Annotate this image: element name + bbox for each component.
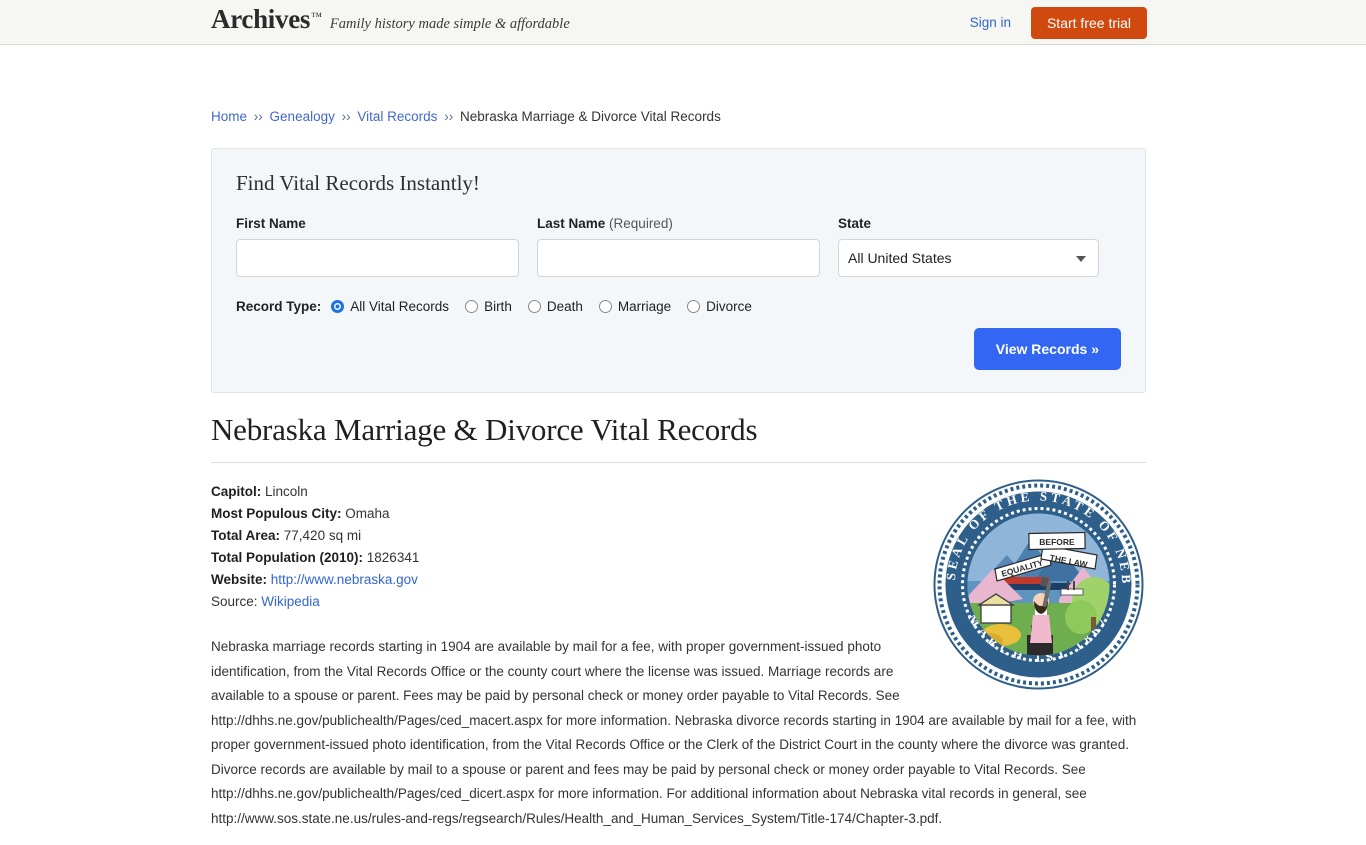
svg-text:BEFORE: BEFORE xyxy=(1039,537,1075,547)
radio-birth[interactable]: Birth xyxy=(465,299,512,314)
title-divider xyxy=(211,462,1146,464)
radio-death[interactable]: Death xyxy=(527,299,583,314)
fact-capitol-key: Capitol: xyxy=(211,484,262,500)
site-tagline: Family history made simple & affordable xyxy=(329,16,570,32)
last-name-label: Last Name (Required) xyxy=(537,216,820,231)
page-title: Nebraska Marriage & Divorce Vital Record… xyxy=(211,412,758,447)
state-label: State xyxy=(838,216,1099,231)
fact-total-population-value: 1826341 xyxy=(366,550,420,566)
breadcrumb-separator: ›› xyxy=(341,109,351,124)
fact-total-population-key: Total Population (2010): xyxy=(211,550,364,566)
fact-website-key: Website: xyxy=(211,572,268,588)
breadcrumb-current: Nebraska Marriage & Divorce Vital Record… xyxy=(459,109,721,124)
radio-death-label: Death xyxy=(546,299,583,314)
search-fields-row: First Name Last Name (Required) State Al… xyxy=(236,216,1145,277)
state-label-text: State xyxy=(838,216,872,231)
logo-text: Archives xyxy=(211,4,311,34)
view-records-button[interactable]: View Records » xyxy=(973,328,1121,370)
header-actions: Sign in Start free trial xyxy=(970,0,1147,45)
state-select[interactable]: All United States xyxy=(838,239,1099,277)
first-name-label: First Name xyxy=(236,216,519,231)
fact-total-area-key: Total Area: xyxy=(211,528,281,544)
radio-indicator-icon xyxy=(527,300,541,313)
state-select-wrapper: All United States xyxy=(838,239,1099,277)
radio-indicator-icon xyxy=(598,300,612,313)
radio-all-vital-records[interactable]: All Vital Records xyxy=(331,299,449,314)
fact-most-populous-city-key: Most Populous City: xyxy=(211,506,342,522)
fact-capitol-value: Lincoln xyxy=(265,484,308,500)
trademark-icon: ™ xyxy=(311,11,322,23)
article-section: Nebraska Marriage & Divorce Vital Record… xyxy=(211,411,1146,845)
radio-divorce-label: Divorce xyxy=(706,299,752,314)
radio-marriage[interactable]: Marriage xyxy=(598,299,672,314)
breadcrumb-separator: ›› xyxy=(253,109,263,124)
sign-in-link[interactable]: Sign in xyxy=(970,15,1011,30)
state-field-group: State All United States xyxy=(838,216,1099,277)
fact-total-area-value: 77,420 sq mi xyxy=(283,528,362,544)
source-label: Source: xyxy=(211,594,258,610)
first-name-field-group: First Name xyxy=(236,216,519,277)
website-link[interactable]: http://www.nebraska.gov xyxy=(271,572,418,587)
breadcrumb-separator: ›› xyxy=(444,109,454,124)
nebraska-state-seal-image: GREAT SEAL OF THE STATE OF NEBRASKA MARC… xyxy=(931,477,1145,691)
first-name-input[interactable] xyxy=(236,239,519,277)
record-type-label: Record Type: xyxy=(236,299,322,314)
last-name-label-text: Last Name xyxy=(537,216,606,231)
site-logo[interactable]: Archives ™ Family history made simple & … xyxy=(211,6,570,33)
start-free-trial-button[interactable]: Start free trial xyxy=(1030,6,1147,39)
first-name-label-text: First Name xyxy=(236,216,306,231)
source-wikipedia-link[interactable]: Wikipedia xyxy=(261,594,320,609)
last-name-input[interactable] xyxy=(537,239,820,277)
breadcrumb: Home ›› Genealogy ›› Vital Records ›› Ne… xyxy=(211,109,721,124)
radio-birth-label: Birth xyxy=(484,299,512,314)
vital-records-search-panel: Find Vital Records Instantly! First Name… xyxy=(211,148,1146,393)
radio-marriage-label: Marriage xyxy=(617,299,672,314)
radio-indicator-icon xyxy=(465,300,479,313)
radio-indicator-icon xyxy=(331,300,345,313)
panel-title: Find Vital Records Instantly! xyxy=(236,171,480,195)
fact-most-populous-city-value: Omaha xyxy=(345,506,390,522)
last-name-required-note: (Required) xyxy=(609,216,673,231)
radio-divorce[interactable]: Divorce xyxy=(687,299,752,314)
record-type-row: Record Type: All Vital Records Birth Dea… xyxy=(236,299,1145,314)
breadcrumb-item-genealogy[interactable]: Genealogy xyxy=(270,109,335,124)
breadcrumb-item-home[interactable]: Home xyxy=(211,109,247,124)
radio-all-vital-records-label: All Vital Records xyxy=(350,299,450,314)
radio-indicator-icon xyxy=(687,300,701,313)
breadcrumb-item-vital-records[interactable]: Vital Records xyxy=(357,109,437,124)
site-header: Archives ™ Family history made simple & … xyxy=(0,0,1366,45)
last-name-field-group: Last Name (Required) xyxy=(537,216,820,277)
